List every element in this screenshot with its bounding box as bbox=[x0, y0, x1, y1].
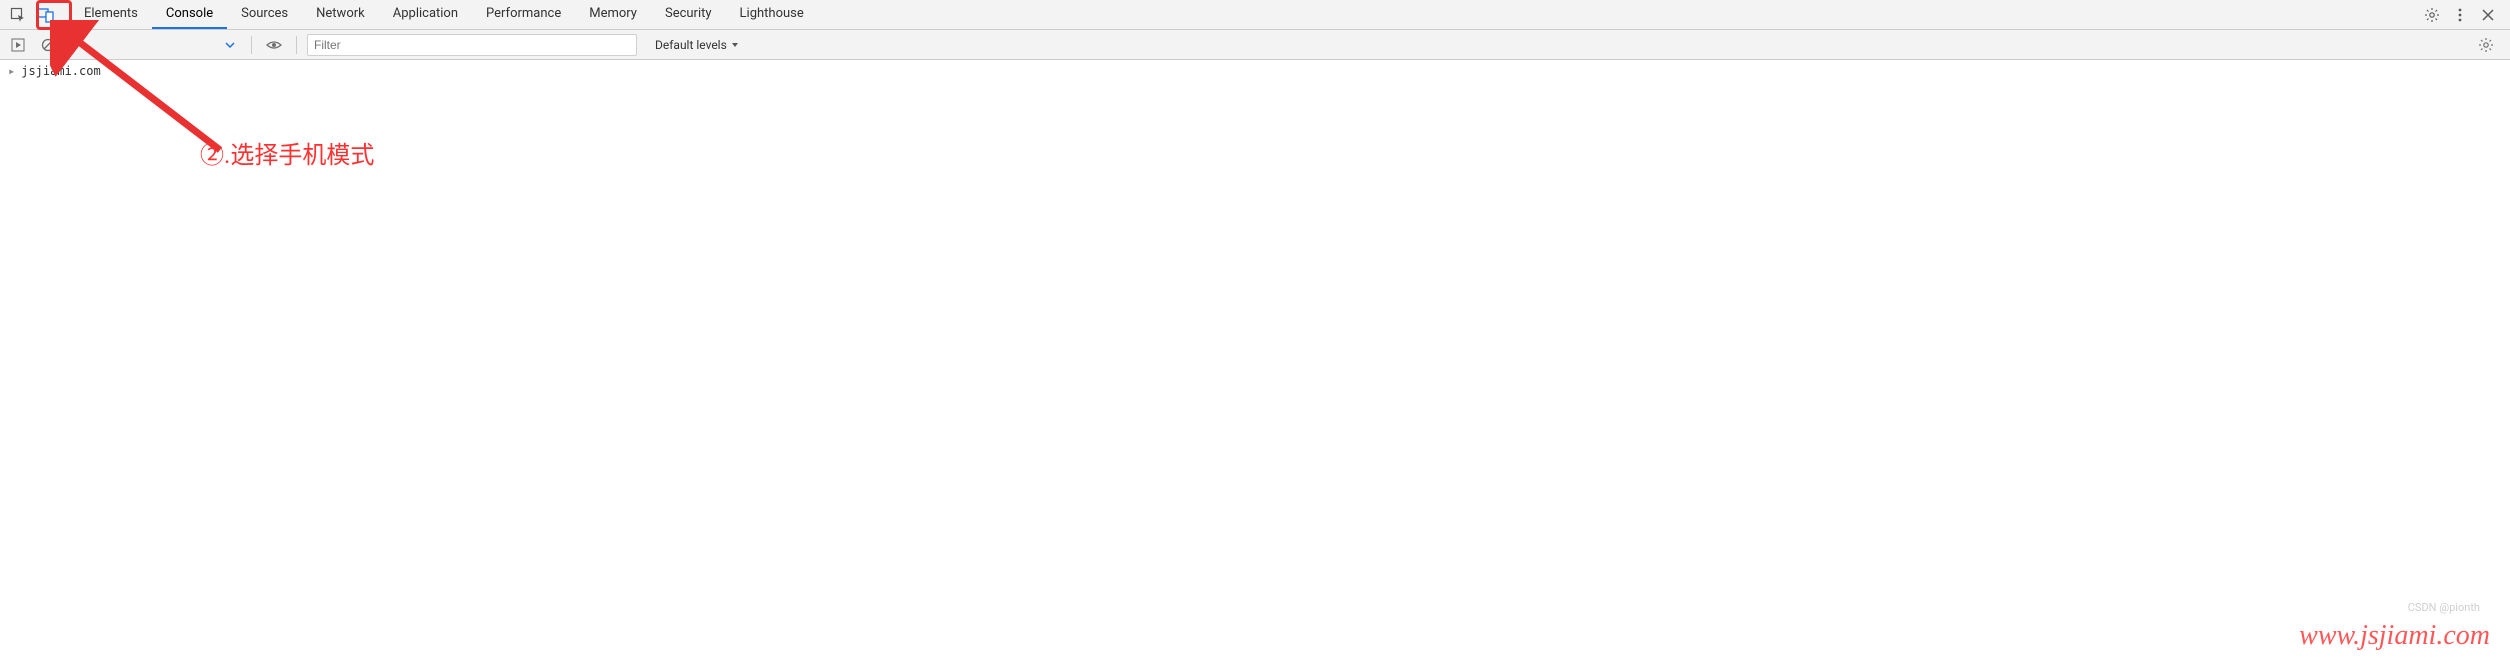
tab-security[interactable]: Security bbox=[651, 0, 726, 29]
filter-input[interactable] bbox=[307, 34, 637, 56]
tab-lighthouse[interactable]: Lighthouse bbox=[726, 0, 818, 29]
clear-console-icon[interactable] bbox=[36, 33, 60, 57]
console-message: jsjiami.com bbox=[21, 64, 100, 78]
close-icon[interactable] bbox=[2476, 1, 2500, 29]
watermark-primary: www.jsjiami.com bbox=[2299, 620, 2490, 652]
toolbar-divider bbox=[70, 36, 71, 54]
log-levels-selector[interactable]: Default levels bbox=[655, 38, 739, 52]
devtools-tab-bar: Elements Console Sources Network Applica… bbox=[0, 0, 2510, 30]
tab-network[interactable]: Network bbox=[302, 0, 379, 29]
tab-elements[interactable]: Elements bbox=[70, 0, 152, 29]
chevron-down-icon bbox=[225, 42, 235, 48]
toolbar-divider bbox=[296, 36, 297, 54]
tab-list: Elements Console Sources Network Applica… bbox=[70, 0, 818, 29]
tab-bar-right-controls bbox=[2420, 1, 2506, 29]
console-output: ▸ jsjiami.com bbox=[0, 60, 2510, 82]
tab-console[interactable]: Console bbox=[152, 0, 227, 29]
tab-sources[interactable]: Sources bbox=[227, 0, 302, 29]
toolbar-divider bbox=[251, 36, 252, 54]
tab-memory[interactable]: Memory bbox=[575, 0, 651, 29]
gear-icon[interactable] bbox=[2420, 1, 2444, 29]
device-toggle-icon[interactable] bbox=[32, 1, 60, 29]
annotation-label: ②.选择手机模式 bbox=[200, 135, 374, 170]
watermark-secondary: CSDN @pionth bbox=[2408, 601, 2480, 614]
console-line[interactable]: ▸ jsjiami.com bbox=[8, 64, 2502, 78]
gear-icon[interactable] bbox=[2474, 33, 2498, 57]
more-icon[interactable] bbox=[2448, 1, 2472, 29]
inspect-element-icon[interactable] bbox=[4, 1, 32, 29]
log-levels-label: Default levels bbox=[655, 38, 727, 52]
tab-performance[interactable]: Performance bbox=[472, 0, 575, 29]
execute-icon[interactable] bbox=[6, 33, 30, 57]
chevron-down-icon bbox=[731, 42, 739, 48]
expand-arrow-icon[interactable]: ▸ bbox=[8, 64, 15, 78]
eye-icon[interactable] bbox=[262, 33, 286, 57]
console-toolbar: Default levels bbox=[0, 30, 2510, 60]
tab-application[interactable]: Application bbox=[379, 0, 472, 29]
context-selector[interactable] bbox=[81, 34, 241, 56]
